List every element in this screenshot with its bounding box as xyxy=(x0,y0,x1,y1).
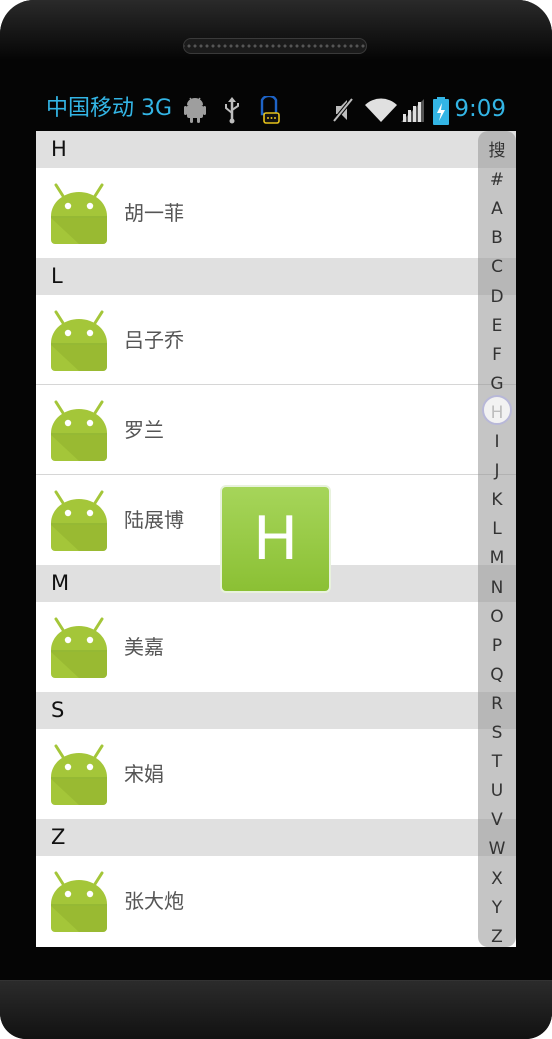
android-avatar-icon xyxy=(49,399,109,461)
contact-name: 吕子乔 xyxy=(124,328,184,352)
device-bottom-bezel xyxy=(0,980,552,1039)
battery-charging-icon xyxy=(432,96,450,130)
android-avatar-icon xyxy=(49,743,109,805)
contact-name: 美嘉 xyxy=(124,635,164,659)
index-letter-item[interactable]: A xyxy=(478,199,516,219)
wifi-icon xyxy=(364,96,398,128)
section-header: H xyxy=(36,131,516,168)
status-bar: 中国移动 3G 9:09 xyxy=(36,90,516,130)
mute-icon xyxy=(332,96,354,128)
index-letter-item[interactable]: R xyxy=(478,694,516,714)
contact-item[interactable]: 宋娟 xyxy=(36,729,516,819)
contact-name: 陆展博 xyxy=(124,508,184,532)
index-letter-item[interactable]: N xyxy=(478,578,516,598)
android-debug-icon xyxy=(184,96,206,128)
index-letter-item[interactable]: J xyxy=(478,461,516,481)
contact-item[interactable]: 罗兰 xyxy=(36,385,516,475)
contact-item[interactable]: 吕子乔 xyxy=(36,295,516,385)
contact-name: 宋娟 xyxy=(124,762,164,786)
index-letter-item[interactable]: W xyxy=(478,839,516,859)
index-letter-item[interactable]: # xyxy=(478,170,516,190)
android-avatar-icon xyxy=(49,182,109,244)
index-letter-overlay: H xyxy=(220,485,331,593)
contact-name: 胡一菲 xyxy=(124,201,184,225)
contact-item[interactable]: 胡一菲 xyxy=(36,168,516,258)
phone-frame: 中国移动 3G 9:09 H 胡一菲 L 吕子乔 罗兰 陆展博 M 美嘉 S 宋… xyxy=(0,0,552,1039)
section-header: S xyxy=(36,692,516,729)
index-letter-item[interactable]: X xyxy=(478,869,516,889)
contact-name: 张大炮 xyxy=(124,889,184,913)
index-letter-item[interactable]: Y xyxy=(478,898,516,918)
contact-item[interactable]: 张大炮 xyxy=(36,856,516,946)
index-letter-item[interactable]: E xyxy=(478,316,516,336)
index-letter-item[interactable]: K xyxy=(478,490,516,510)
index-letter-item[interactable]: G xyxy=(478,374,516,394)
index-letter-item[interactable]: U xyxy=(478,781,516,801)
index-letter-item[interactable]: F xyxy=(478,345,516,365)
clock: 9:09 xyxy=(454,96,506,122)
index-letter-item[interactable]: Q xyxy=(478,665,516,685)
android-avatar-icon xyxy=(49,309,109,371)
signal-icon xyxy=(400,96,426,128)
index-letter-item[interactable]: Z xyxy=(478,927,516,947)
speaker-grille xyxy=(183,38,367,54)
android-avatar-icon xyxy=(49,870,109,932)
notification-icon xyxy=(256,94,282,130)
carrier-label: 中国移动 3G xyxy=(46,96,173,121)
index-letter-item[interactable]: H xyxy=(478,403,516,423)
index-search-item[interactable]: 搜 xyxy=(478,141,516,161)
index-letter-item[interactable]: I xyxy=(478,432,516,452)
alphabet-index-bar[interactable]: 搜 # A B C D E F G H I J K L M N O P Q R S T U V W X Y Z xyxy=(478,131,516,947)
contact-name: 罗兰 xyxy=(124,418,164,442)
android-avatar-icon xyxy=(49,489,109,551)
android-avatar-icon xyxy=(49,616,109,678)
index-letter-item[interactable]: T xyxy=(478,752,516,772)
index-letter-item[interactable]: P xyxy=(478,636,516,656)
section-header: Z xyxy=(36,819,516,856)
index-letter-item[interactable]: L xyxy=(478,519,516,539)
index-letter-item[interactable]: M xyxy=(478,548,516,568)
index-letter-item[interactable]: V xyxy=(478,810,516,830)
index-letter-item[interactable]: C xyxy=(478,257,516,277)
contact-item[interactable]: 美嘉 xyxy=(36,602,516,692)
index-letter-item[interactable]: B xyxy=(478,228,516,248)
index-letter-item[interactable]: O xyxy=(478,607,516,627)
section-header: L xyxy=(36,258,516,295)
index-letter-item[interactable]: D xyxy=(478,287,516,307)
usb-icon xyxy=(222,96,242,128)
index-letter-item[interactable]: S xyxy=(478,723,516,743)
